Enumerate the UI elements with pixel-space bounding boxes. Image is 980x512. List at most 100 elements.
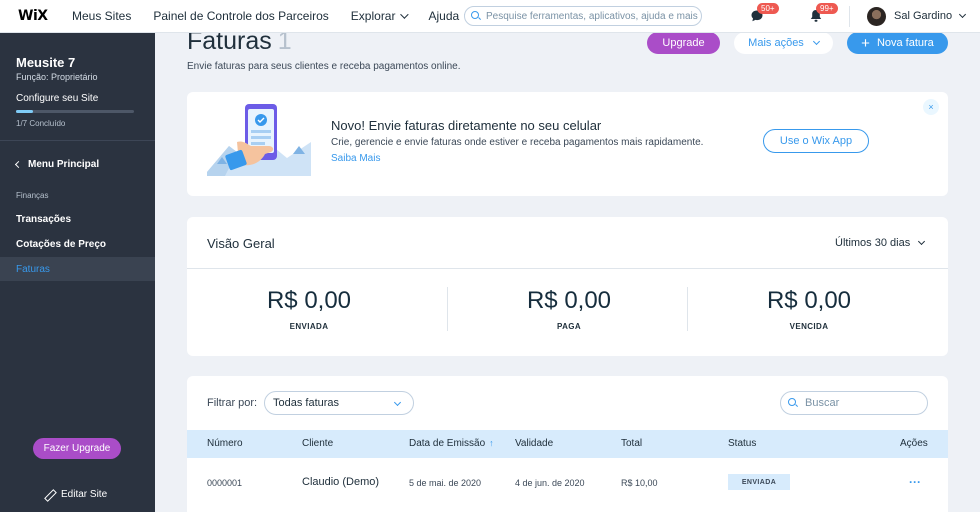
setup-progress-fill [16, 110, 33, 113]
period-label: Últimos 30 dias [835, 237, 911, 249]
cell-issue-date: 5 de mai. de 2020 [409, 478, 482, 488]
back-menu-label: Menu Principal [28, 159, 100, 170]
cell-total: R$ 10,00 [621, 478, 658, 488]
more-actions-label: Mais ações [748, 37, 804, 49]
inbox-button[interactable]: 50+ [750, 3, 779, 23]
column-header-total[interactable]: Total [621, 438, 642, 449]
user-menu[interactable]: Sal Gardino [894, 10, 967, 22]
stat-label: PAGA [556, 322, 582, 331]
avatar[interactable] [867, 7, 886, 26]
column-header-validade[interactable]: Validade [515, 438, 553, 449]
new-invoice-button[interactable]: + Nova fatura [847, 32, 948, 54]
new-invoice-label: Nova fatura [876, 37, 934, 49]
period-dropdown[interactable]: Últimos 30 dias [835, 237, 926, 249]
section-label-financas: Finanças [16, 191, 49, 200]
search-placeholder: Pesquise ferramentas, aplicativos, ajuda… [486, 10, 698, 22]
nav-label: Painel de Controle dos Parceiros [153, 9, 329, 23]
cell-due-date: 4 de jun. de 2020 [515, 478, 585, 488]
site-name[interactable]: Meusite 7 [16, 55, 75, 70]
sidebar-item-faturas[interactable]: Faturas [0, 257, 155, 281]
overview-divider [187, 268, 948, 269]
stat-label: VENCIDA [789, 322, 829, 331]
column-header-data-emissao[interactable]: Data de Emissão ↑ [409, 438, 494, 449]
notifications-button[interactable]: 99+ [809, 3, 838, 23]
topbar-divider [849, 6, 850, 27]
invoice-search-input[interactable]: Buscar [780, 391, 928, 415]
search-icon [471, 11, 481, 21]
search-placeholder: Buscar [805, 397, 840, 409]
top-bar: WiX Meus Sites Painel de Controle dos Pa… [0, 0, 980, 33]
sidebar-item-transacoes[interactable]: Transações [0, 207, 155, 231]
stat-paid: R$ 0,00 PAGA [449, 287, 689, 331]
sidebar-upgrade-button[interactable]: Fazer Upgrade [33, 438, 121, 459]
stat-separator [447, 287, 448, 331]
global-search-input[interactable]: Pesquise ferramentas, aplicativos, ajuda… [464, 6, 702, 26]
promo-title: Novo! Envie faturas diretamente no seu c… [331, 118, 602, 133]
inbox-badge: 50+ [757, 3, 779, 14]
more-actions-icon[interactable]: ··· [909, 475, 921, 489]
sidebar-item-label: Transações [16, 213, 72, 225]
stat-overdue: R$ 0,00 VENCIDA [689, 287, 929, 331]
column-header-cliente[interactable]: Cliente [302, 438, 333, 449]
nav-painel-parceiros[interactable]: Painel de Controle dos Parceiros [153, 9, 328, 23]
stat-separator [687, 287, 688, 331]
cell-client: Claudio (Demo) [302, 476, 380, 488]
sidebar-divider [0, 140, 155, 141]
nav-label: Meus Sites [72, 9, 132, 23]
setup-progress-label: 1/7 Concluído [16, 119, 66, 128]
chevron-down-icon [918, 237, 926, 246]
wix-logo[interactable]: WiX [18, 8, 60, 24]
chevron-down-icon [393, 398, 402, 407]
promo-description: Crie, gerencie e envie faturas onde esti… [331, 137, 704, 148]
nav-label: Explorar [350, 9, 396, 23]
edit-site-button[interactable]: Editar Site [44, 489, 107, 500]
stat-label: ENVIADA [289, 322, 329, 331]
learn-more-link[interactable]: Saiba Mais [331, 153, 380, 164]
filter-value: Todas faturas [273, 397, 340, 409]
stat-value: R$ 0,00 [526, 287, 612, 314]
sidebar-item-label: Cotações de Preço [16, 238, 107, 250]
site-role: Função: Proprietário [16, 72, 98, 82]
notifications-badge: 99+ [816, 3, 838, 14]
column-header-acoes: Ações [900, 438, 928, 449]
chevron-down-icon [400, 10, 410, 19]
chevron-down-icon [959, 10, 967, 19]
overview-card: Visão Geral Últimos 30 dias R$ 0,00 ENVI… [187, 217, 948, 356]
back-to-main-menu[interactable]: Menu Principal [14, 159, 100, 170]
edit-site-label: Editar Site [61, 489, 108, 500]
status-badge: ENVIADA [728, 474, 790, 490]
cell-number: 0000001 [207, 478, 243, 488]
close-icon[interactable]: × [923, 99, 939, 115]
overview-title: Visão Geral [207, 236, 275, 251]
stat-value: R$ 0,00 [766, 287, 852, 314]
table-header: Número Cliente Data de Emissão ↑ Validade… [187, 430, 948, 458]
configure-site-link[interactable]: Configure seu Site [16, 93, 98, 104]
phone-invoice-illustration [207, 104, 311, 176]
nav-label: Ajuda [428, 9, 460, 23]
user-name: Sal Gardino [894, 10, 953, 22]
pencil-icon [44, 490, 54, 500]
chevron-down-icon [812, 37, 820, 46]
filter-dropdown[interactable]: Todas faturas [264, 391, 414, 415]
sort-arrow-icon: ↑ [489, 438, 494, 448]
mobile-app-promo-card: Novo! Envie faturas diretamente no seu c… [187, 92, 948, 196]
invoices-table-card: Filtrar por: Todas faturas Buscar Número… [187, 376, 948, 512]
nav-explorar[interactable]: Explorar [350, 9, 410, 23]
stat-value: R$ 0,00 [266, 287, 352, 314]
more-actions-button[interactable]: Mais ações [734, 32, 833, 54]
sidebar-item-cotacoes[interactable]: Cotações de Preço [0, 232, 155, 256]
nav-meus-sites[interactable]: Meus Sites [72, 9, 131, 23]
column-header-label: Data de Emissão [409, 438, 486, 449]
column-header-numero[interactable]: Número [207, 438, 243, 449]
setup-progress-bar [16, 110, 134, 113]
upgrade-button[interactable]: Upgrade [647, 32, 720, 54]
sidebar: Meusite 7 Função: Proprietário Configure… [0, 33, 155, 512]
sidebar-item-label: Faturas [16, 263, 50, 275]
use-wix-app-button[interactable]: Use o Wix App [763, 129, 869, 153]
filter-label: Filtrar por: [207, 397, 258, 409]
page-subtitle: Envie faturas para seus clientes e receb… [187, 61, 461, 72]
plus-icon: + [861, 34, 870, 52]
search-icon [788, 398, 798, 408]
stat-sent: R$ 0,00 ENVIADA [189, 287, 429, 331]
column-header-status[interactable]: Status [728, 438, 756, 449]
